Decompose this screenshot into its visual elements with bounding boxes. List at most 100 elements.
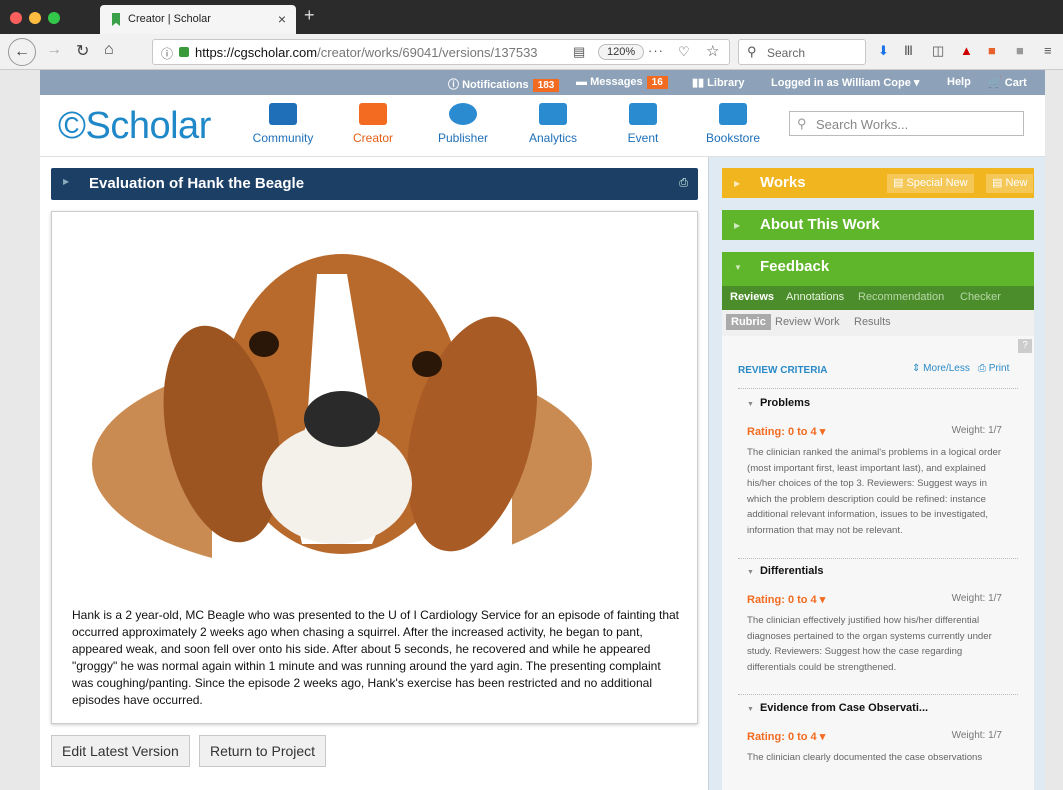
nav-analytics[interactable]: Analytics [510,103,596,145]
work-main-area: ▶ Evaluation of Hank the Beagle ⎙ Hank i… [40,157,708,790]
criterion-rating[interactable]: Rating: 0 to 4 ▾ Weight: 1/7 [747,593,1002,613]
criterion-rating[interactable]: Rating: 0 to 4 ▾ Weight: 1/7 [747,425,1002,445]
collapse-arrow-icon: ▼ [734,263,742,272]
help-icon[interactable]: ? [1018,339,1032,353]
edit-latest-version-button[interactable]: Edit Latest Version [51,735,190,767]
cart-link[interactable]: 🛒 Cart [988,76,1027,89]
lock-icon [179,47,189,57]
menu-icon[interactable]: ≡ [1044,43,1052,58]
review-criteria-panel: ? REVIEW CRITERIA ⇕ More/Less ⎙ Print ▼ P… [722,336,1034,790]
new-tab-icon[interactable]: + [304,5,315,26]
browser-toolbar: ← → ↻ ⌂ ⓘ https://cgscholar.com/creator/… [0,34,1063,70]
download-icon[interactable]: ⬇ [878,43,889,59]
more-actions-icon[interactable]: ··· [648,43,664,58]
tab-checker[interactable]: Checker [960,291,1001,303]
notifications-badge: 183 [532,79,560,92]
print-link[interactable]: ⎙ Print [978,363,1009,374]
library-icon[interactable]: Ⅲ [904,43,913,59]
scholar-logo[interactable]: ©Scholar [58,105,211,148]
nav-creator[interactable]: Creator [330,103,416,145]
criterion-evidence: ▼ Evidence from Case Observati... Rating:… [747,702,1002,766]
collapse-arrow-icon[interactable]: ▼ [747,569,754,576]
browser-tab-bar: Creator | Scholar × + [0,0,1063,34]
tab-title: Creator | Scholar [128,13,211,25]
about-this-work-header[interactable]: ▶ About This Work [722,210,1034,240]
notifications-link[interactable]: ⓘ Notifications 183 [448,76,560,92]
community-icon [269,103,297,125]
divider [738,388,1018,389]
user-menu[interactable]: Logged in as William Cope ▾ [771,76,919,89]
forward-icon[interactable]: → [46,41,62,59]
return-to-project-button[interactable]: Return to Project [199,735,327,767]
messages-link[interactable]: ▬ Messages 16 [576,76,668,89]
tab-annotations[interactable]: Annotations [786,291,844,303]
nav-community[interactable]: Community [240,103,326,145]
sidebar-icon[interactable]: ◫ [932,43,944,59]
work-document: Hank is a 2 year-old, MC Beagle who was … [51,211,698,724]
reload-icon[interactable]: ↻ [76,41,89,61]
extension-icon[interactable]: ■ [988,43,996,58]
special-new-button[interactable]: ▤ Special New [887,174,974,193]
nav-publisher[interactable]: Publisher [420,103,506,145]
tab-review-work[interactable]: Review Work [775,316,840,328]
works-panel-header[interactable]: ▶ Works ▤ Special New ▤ New [722,168,1034,198]
bookmark-favicon-icon [112,13,120,26]
collapse-arrow-icon[interactable]: ▼ [747,401,754,408]
criterion-problems: ▼ Problems Rating: 0 to 4 ▾ Weight: 1/7 Th… [747,397,1002,539]
more-less-link[interactable]: ⇕ More/Less [912,363,970,374]
event-icon [629,103,657,125]
divider [738,694,1018,695]
beagle-photo [92,254,592,574]
close-window-icon[interactable] [10,12,22,24]
new-button[interactable]: ▤ New [986,174,1034,193]
tab-recommendation[interactable]: Recommendation [858,291,944,303]
search-icon: ⚲ [797,116,807,131]
divider [738,558,1018,559]
work-title-bar[interactable]: ▶ Evaluation of Hank the Beagle ⎙ [51,168,698,200]
creator-icon [359,103,387,125]
criterion-description: The clinician effectively justified how … [747,615,992,673]
scholar-header: ©Scholar Community Creator Publisher Ana… [40,95,1045,157]
nav-event[interactable]: Event [600,103,686,145]
expand-arrow-icon[interactable]: ▶ [63,177,69,186]
collapse-arrow-icon[interactable]: ▼ [747,706,754,713]
work-title: Evaluation of Hank the Beagle [89,175,305,192]
minimize-window-icon[interactable] [29,12,41,24]
extension-icon[interactable]: ■ [1016,43,1024,58]
feedback-header[interactable]: ▼ Feedback [722,252,1034,286]
feedback-tabs: Reviews Annotations Recommendation Check… [722,286,1034,310]
tab-reviews[interactable]: Reviews [730,291,774,303]
browser-search-placeholder: Search [767,46,806,60]
url-bar[interactable]: ⓘ https://cgscholar.com/creator/works/69… [152,39,730,65]
reader-view-icon[interactable]: ▤ [573,44,585,60]
back-icon[interactable]: ← [8,38,36,66]
close-tab-icon[interactable]: × [278,11,286,27]
pdf-extension-icon[interactable]: ▲ [960,43,973,58]
nav-bookstore[interactable]: Bookstore [690,103,776,145]
browser-tab[interactable]: Creator | Scholar × [100,5,296,34]
help-link[interactable]: Help [947,76,971,88]
zoom-level[interactable]: 120% [598,44,645,60]
analytics-icon [539,103,567,125]
info-icon[interactable]: ⓘ [161,45,173,62]
criterion-rating[interactable]: Rating: 0 to 4 ▾ Weight: 1/7 [747,730,1002,750]
expand-arrow-icon: ▶ [734,221,741,230]
search-works-input[interactable]: ⚲ Search Works... [789,111,1024,136]
criterion-differentials: ▼ Differentials Rating: 0 to 4 ▾ Weight: 1… [747,565,1002,675]
bookmark-star-icon[interactable]: ☆ [706,42,719,60]
library-link[interactable]: ▮▮ Library [692,76,744,89]
print-icon[interactable]: ⎙ [679,177,688,190]
bookstore-icon [719,103,747,125]
tab-rubric[interactable]: Rubric [726,314,771,330]
tab-results[interactable]: Results [854,316,891,328]
maximize-window-icon[interactable] [48,12,60,24]
criterion-description: The clinician clearly documented the cas… [747,752,983,763]
messages-badge: 16 [646,76,668,89]
pocket-icon[interactable]: ♡ [678,44,690,60]
criterion-description: The clinician ranked the animal's proble… [747,447,1002,536]
scholar-top-bar: ⓘ Notifications 183 ▬ Messages 16 ▮▮ Libra… [40,70,1045,95]
browser-search-box[interactable]: ⚲ Search [738,39,866,65]
review-criteria-heading: REVIEW CRITERIA [738,365,828,376]
home-icon[interactable]: ⌂ [104,41,114,59]
right-sidebar: ▶ Works ▤ Special New ▤ New ▶ About This… [708,157,1045,790]
